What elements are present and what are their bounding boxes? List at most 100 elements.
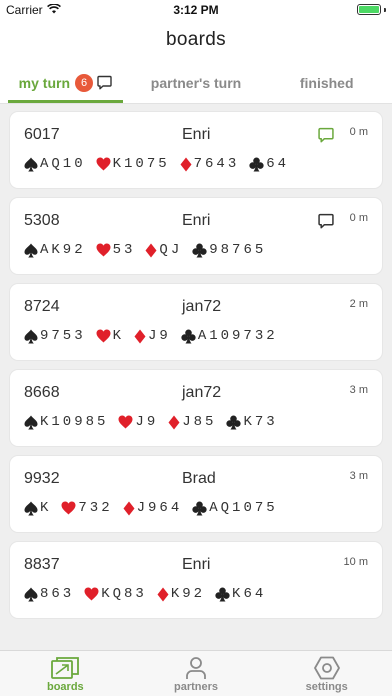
count-badge: 6 xyxy=(75,73,93,92)
club-icon xyxy=(226,415,242,430)
spade-cards: K10985 xyxy=(40,414,109,430)
board-card[interactable]: 8837 Enri 10 m 863 KQ83 K92 K64 xyxy=(10,542,382,618)
diamond-cards: QJ xyxy=(159,242,183,258)
nav-boards[interactable]: boards xyxy=(0,651,131,696)
status-right xyxy=(357,4,386,15)
nav-label: settings xyxy=(305,681,348,693)
status-time: 3:12 PM xyxy=(173,3,219,17)
heart-icon xyxy=(96,243,111,257)
elapsed-time: 3 m xyxy=(349,470,368,482)
club-cards: K64 xyxy=(232,586,267,602)
chat-unread-icon[interactable] xyxy=(318,127,334,148)
heart-icon xyxy=(118,415,133,429)
spade-cards: AQ10 xyxy=(40,156,86,172)
heart-cards: J9 xyxy=(135,414,159,430)
diamond-cards: J85 xyxy=(182,414,217,430)
boards-icon xyxy=(50,655,80,681)
battery-tip xyxy=(384,7,386,12)
elapsed-time: 3 m xyxy=(349,384,368,396)
hand: AK92 53 QJ 98765 xyxy=(24,242,276,258)
partner-name: jan72 xyxy=(182,298,222,315)
heart-icon xyxy=(96,157,111,171)
nav-partners[interactable]: partners xyxy=(131,651,262,696)
heart-icon xyxy=(61,501,76,515)
club-icon xyxy=(192,501,207,516)
board-card[interactable]: 8724 jan72 2 m 9753 K J9 A109732 xyxy=(10,284,382,360)
spade-icon xyxy=(24,501,38,516)
partner-name: Enri xyxy=(182,556,211,573)
board-number: 9932 xyxy=(24,470,60,487)
hand: 863 KQ83 K92 K64 xyxy=(24,586,276,602)
board-number: 8724 xyxy=(24,298,60,315)
diamond-icon xyxy=(157,587,169,602)
board-number: 5308 xyxy=(24,212,60,229)
board-list: 6017 Enri 0 m AQ10 K1075 7643 64 5308 Enri 0 m AK9… xyxy=(10,112,382,628)
diamond-icon xyxy=(123,501,135,516)
person-icon xyxy=(184,655,208,681)
nav-label: boards xyxy=(46,681,84,693)
partner-name: Enri xyxy=(182,126,211,143)
board-number: 8668 xyxy=(24,384,60,401)
nav-label: partners xyxy=(173,681,219,693)
tab-partners-turn[interactable]: partner's turn xyxy=(131,62,262,103)
spade-cards: 9753 xyxy=(40,328,86,344)
club-cards: 98765 xyxy=(209,242,267,258)
club-icon xyxy=(181,329,196,344)
tab-label: finished xyxy=(299,74,354,91)
diamond-cards: J964 xyxy=(136,500,183,516)
bottom-nav: boards partners settings xyxy=(0,650,392,696)
heart-cards: K1075 xyxy=(112,156,170,172)
heart-icon xyxy=(84,587,99,601)
diamond-cards: 7643 xyxy=(193,156,240,172)
hand: AQ10 K1075 7643 64 xyxy=(24,156,299,172)
board-number: 8837 xyxy=(24,556,60,573)
header: boards xyxy=(0,20,392,62)
partner-name: Brad xyxy=(182,470,216,487)
board-card[interactable]: 5308 Enri 0 m AK92 53 QJ 98765 xyxy=(10,198,382,274)
spade-icon xyxy=(24,243,38,258)
elapsed-time: 0 m xyxy=(349,126,368,138)
partner-name: Enri xyxy=(182,212,211,229)
club-cards: AQ1075 xyxy=(209,500,278,516)
diamond-icon xyxy=(145,243,157,258)
heart-icon xyxy=(96,329,111,343)
diamond-cards: J9 xyxy=(148,328,171,344)
spade-icon xyxy=(24,329,38,344)
club-cards: K73 xyxy=(243,414,278,430)
heart-cards: KQ83 xyxy=(101,586,147,602)
heart-cards: 732 xyxy=(78,500,113,516)
board-number: 6017 xyxy=(24,126,60,143)
club-icon xyxy=(215,587,230,602)
board-card[interactable]: 9932 Brad 3 m K 732 J964 AQ1075 xyxy=(10,456,382,532)
hexagon-gear-icon xyxy=(313,655,340,681)
diamond-cards: K92 xyxy=(170,586,206,602)
club-cards: A109732 xyxy=(197,328,278,344)
board-card[interactable]: 8668 jan72 3 m K10985 J9 J85 K73 xyxy=(10,370,382,446)
elapsed-time: 2 m xyxy=(349,298,368,310)
spade-icon xyxy=(24,587,38,602)
diamond-icon xyxy=(180,157,192,172)
page-title: boards xyxy=(166,29,226,50)
heart-cards: 53 xyxy=(112,242,136,258)
spade-cards: K xyxy=(40,500,52,516)
tab-my-turn[interactable]: my turn 6 xyxy=(0,62,131,103)
status-bar: Carrier 3:12 PM xyxy=(0,0,392,20)
heart-cards: K xyxy=(112,328,125,344)
battery-icon xyxy=(357,4,381,15)
club-cards: 64 xyxy=(266,156,290,172)
tab-finished[interactable]: finished xyxy=(261,62,392,103)
hand: K10985 J9 J85 K73 xyxy=(24,414,288,430)
diamond-icon xyxy=(134,329,146,344)
spade-cards: AK92 xyxy=(40,242,86,258)
elapsed-time: 10 m xyxy=(343,556,368,568)
nav-settings[interactable]: settings xyxy=(261,651,392,696)
spade-cards: 863 xyxy=(40,586,75,602)
chat-icon[interactable] xyxy=(318,213,334,234)
diamond-icon xyxy=(168,415,180,430)
tab-label: partner's turn xyxy=(150,74,242,91)
hand: K 732 J964 AQ1075 xyxy=(24,500,288,516)
tab-bar: my turn 6 partner's turn finished xyxy=(0,62,392,104)
board-card[interactable]: 6017 Enri 0 m AQ10 K1075 7643 64 xyxy=(10,112,382,188)
spade-icon xyxy=(24,415,38,430)
spade-icon xyxy=(24,157,38,172)
